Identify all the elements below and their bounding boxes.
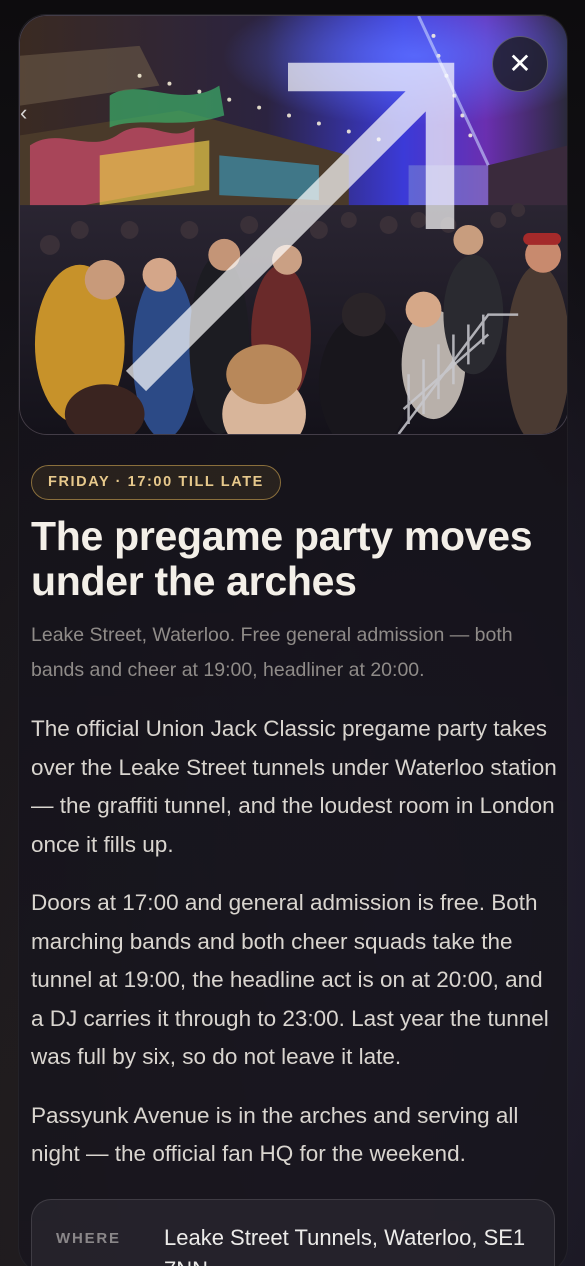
where-details-card: WHERE Leake Street Tunnels, Waterloo, SE… bbox=[31, 1199, 555, 1266]
event-detail-sheet: ‹ ✕ FRIDAY · 17:00 TILL LATE The pregame… bbox=[18, 14, 568, 1266]
event-time-badge: FRIDAY · 17:00 TILL LATE bbox=[31, 465, 281, 500]
description-paragraph: Passyunk Avenue is in the arches and ser… bbox=[31, 1102, 519, 1167]
event-subtitle: Leake Street, Waterloo. Free general adm… bbox=[31, 624, 513, 681]
expand-icon bbox=[125, 62, 455, 392]
description-paragraph: Doors at 17:00 and general admission is … bbox=[31, 890, 549, 1069]
event-photo: ‹ ✕ bbox=[19, 15, 567, 435]
event-content: FRIDAY · 17:00 TILL LATE The pregame par… bbox=[31, 465, 561, 1174]
description-paragraph: The official Union Jack Classic pregame … bbox=[31, 716, 557, 857]
close-icon: ✕ bbox=[508, 48, 532, 79]
where-label: WHERE bbox=[56, 1230, 121, 1247]
event-title: The pregame party moves under the arches bbox=[31, 513, 533, 604]
close-button[interactable]: ✕ bbox=[492, 36, 548, 92]
where-value: Leake Street Tunnels, Waterloo, SE1 7NN bbox=[164, 1225, 526, 1266]
